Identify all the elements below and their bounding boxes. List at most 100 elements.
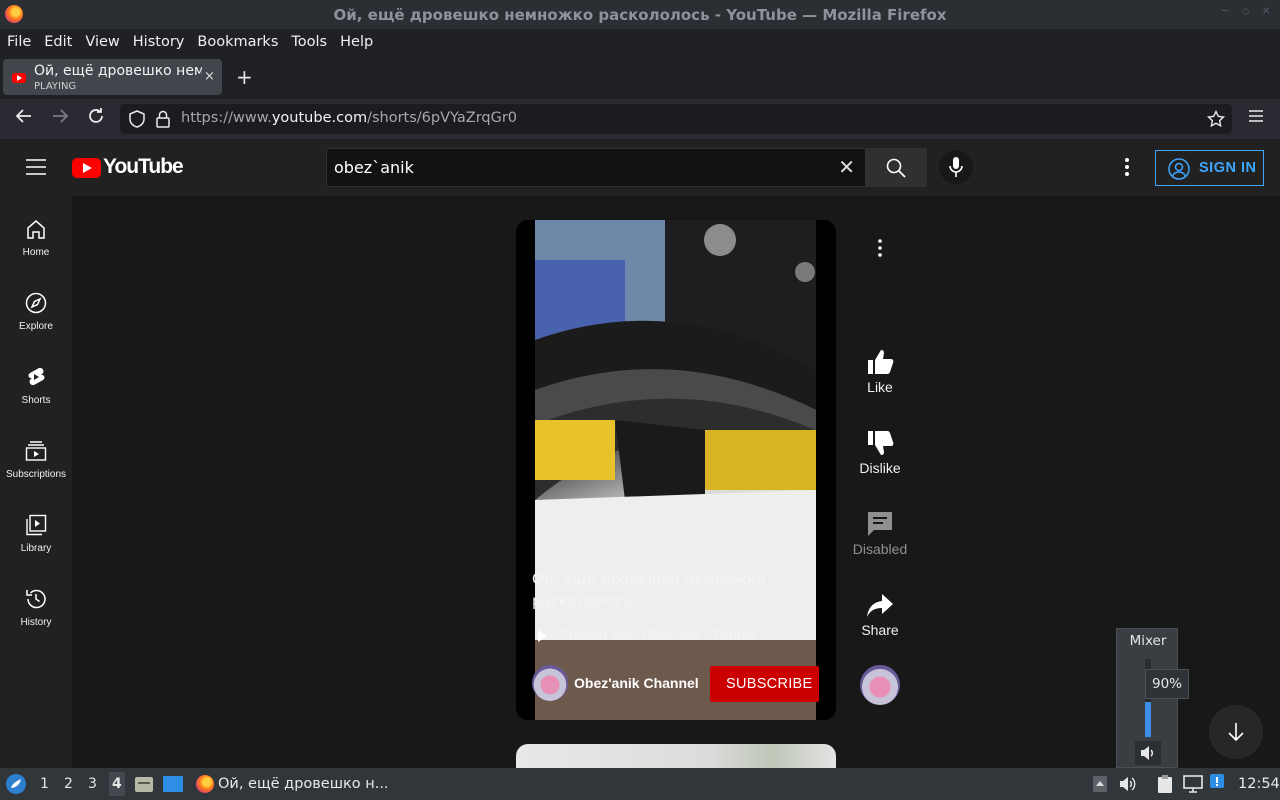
speaker-icon [1141, 746, 1154, 760]
play-icon [538, 630, 547, 642]
channel-name[interactable]: Obez'anik Channel [574, 675, 699, 691]
update-notifier-icon[interactable] [1209, 773, 1229, 793]
short-more-options-icon[interactable] [872, 237, 888, 259]
voice-search-button[interactable] [939, 150, 973, 184]
compass-icon [25, 292, 47, 314]
subscribe-button[interactable]: SUBSCRIBE [710, 666, 819, 702]
desktop-4[interactable]: 4 [109, 772, 125, 796]
forward-button[interactable] [48, 107, 72, 131]
microphone-icon [949, 157, 963, 177]
sidebar-item-label: Explore [19, 321, 53, 332]
desktop-2[interactable]: 2 [64, 776, 73, 792]
navigation-bar: https://www.youtube.com/shorts/6pVYaZrqG… [0, 99, 1280, 139]
comment-icon [868, 512, 892, 536]
channel-avatar-button[interactable] [860, 665, 900, 705]
reload-icon [89, 108, 103, 123]
dislike-button[interactable]: Dislike [848, 429, 912, 493]
video-scene [535, 220, 816, 720]
share-button[interactable]: Share [848, 591, 912, 655]
search-input[interactable]: obez`anik ✕ [326, 148, 866, 187]
url-path: /shorts/6pVYaZrqGr0 [367, 110, 518, 126]
youtube-sidebar: Home Explore Shorts Subscriptions Librar… [0, 196, 72, 768]
search-button[interactable] [865, 148, 927, 187]
sidebar-item-label: History [20, 617, 52, 628]
tab-close-button[interactable]: × [204, 69, 215, 84]
forward-arrow-icon [53, 109, 69, 123]
bookmark-star-icon[interactable] [1207, 110, 1225, 128]
clock: 12:54 [1238, 776, 1280, 792]
comments-label: Disabled [852, 541, 908, 557]
url-text: https://www.youtube.com/shorts/6pVYaZrqG… [181, 110, 517, 126]
file-manager-icon[interactable] [134, 774, 154, 794]
youtube-logo-icon[interactable] [72, 158, 101, 178]
sidebar-item-label: Subscriptions [5, 469, 67, 480]
window-title: Ой, ещё дровешко немножко раскололось - … [333, 6, 947, 24]
new-tab-button[interactable]: + [236, 65, 253, 89]
sidebar-item-home[interactable]: Home [0, 196, 72, 270]
sidebar-item-subscriptions[interactable]: Subscriptions [0, 418, 72, 492]
short-video-player[interactable]: Ой, ещё дровешко немножко раскололось Cr… [516, 220, 836, 720]
sidebar-item-explore[interactable]: Explore [0, 270, 72, 344]
short-caption: Ой, ещё дровешко немножко раскололось [532, 570, 766, 610]
lock-icon[interactable] [155, 110, 171, 128]
browser-tab[interactable]: Ой, ещё дровешко немножко раскололось - … [3, 59, 222, 95]
history-icon [26, 589, 46, 609]
next-short-button[interactable] [1209, 705, 1263, 759]
channel-avatar[interactable] [532, 665, 568, 701]
menu-view[interactable]: View [85, 34, 119, 50]
volume-slider-fill [1145, 702, 1151, 737]
comments-button: Disabled [848, 510, 912, 574]
minimize-icon[interactable]: ─ [1222, 7, 1232, 17]
url-bar[interactable]: https://www.youtube.com/shorts/6pVYaZrqG… [120, 104, 1232, 134]
taskbar: 1 2 3 4 Ой, ещё дровешко н... 12:54 [0, 768, 1280, 800]
guide-menu-icon[interactable] [26, 158, 46, 176]
reload-button[interactable] [84, 107, 108, 131]
desktop-3[interactable]: 3 [88, 776, 97, 792]
next-short-preview[interactable] [516, 744, 836, 768]
mixer-title: Mixer [1129, 633, 1167, 649]
show-desktop-icon[interactable] [162, 774, 184, 794]
video-frame[interactable] [535, 220, 816, 720]
sidebar-item-label: Home [22, 247, 50, 258]
menu-edit[interactable]: Edit [44, 34, 72, 50]
created-from-link[interactable]: Created from Obez'anik Channel [559, 627, 755, 642]
shorts-icon [28, 367, 45, 386]
clear-search-icon[interactable]: ✕ [838, 155, 855, 179]
tab-title: Ой, ещё дровешко немножко раскололось - … [34, 63, 202, 79]
menu-help[interactable]: Help [340, 34, 373, 50]
search-icon [886, 158, 906, 178]
maximize-icon[interactable]: ◇ [1242, 7, 1252, 17]
volume-tray-icon[interactable] [1119, 775, 1137, 793]
shield-icon[interactable] [128, 110, 146, 128]
like-label: Like [867, 379, 893, 395]
sidebar-item-history[interactable]: History [0, 566, 72, 640]
youtube-logo-text[interactable]: YouTube [103, 155, 184, 179]
sign-in-label: SIGN IN [1199, 160, 1257, 176]
search-value: obez`anik [334, 158, 414, 177]
window-titlebar: Ой, ещё дровешко немножко раскололось - … [0, 0, 1280, 29]
desktop-1[interactable]: 1 [40, 776, 49, 792]
menu-bar: File Edit View History Bookmarks Tools H… [0, 29, 1280, 55]
like-button[interactable]: Like [848, 348, 912, 412]
settings-more-icon[interactable] [1119, 156, 1135, 178]
taskbar-window-label[interactable]: Ой, ещё дровешко н... [218, 776, 389, 792]
clipboard-icon[interactable] [1156, 774, 1174, 794]
start-menu-icon[interactable] [5, 773, 27, 795]
library-icon [26, 514, 47, 536]
menu-file[interactable]: File [7, 34, 31, 50]
mute-button[interactable] [1135, 741, 1161, 765]
sidebar-item-library[interactable]: Library [0, 492, 72, 566]
url-prefix: https://www. [181, 110, 272, 126]
app-menu-button[interactable] [1244, 107, 1268, 131]
menu-tools[interactable]: Tools [291, 34, 327, 50]
sign-in-button[interactable]: SIGN IN [1155, 150, 1264, 186]
tray-expand-icon[interactable] [1092, 775, 1108, 793]
close-window-icon[interactable]: ✕ [1262, 7, 1272, 17]
network-icon[interactable] [1183, 775, 1203, 793]
sidebar-item-shorts[interactable]: Shorts [0, 344, 72, 418]
menu-history[interactable]: History [133, 34, 185, 50]
back-button[interactable] [12, 107, 36, 131]
home-icon [27, 220, 45, 239]
thumbs-down-icon [868, 431, 894, 455]
menu-bookmarks[interactable]: Bookmarks [197, 34, 278, 50]
